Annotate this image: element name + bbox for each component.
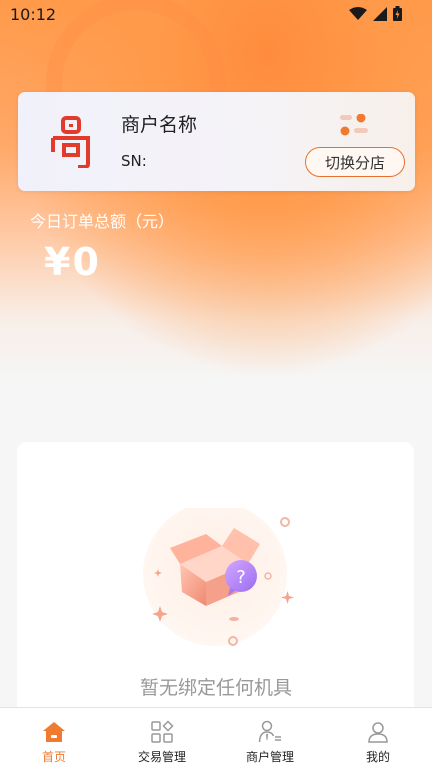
today-total-value: ¥0 [44,240,101,284]
wifi-icon [349,6,367,20]
store-switch-icon[interactable] [340,114,368,138]
tab-mine-label: 我的 [365,750,390,764]
signal-icon [373,6,387,21]
tab-trade-label: 交易管理 [137,750,186,764]
merchant-name: 商户名称 [121,114,198,136]
merchant-sn-label: SN: [121,152,147,170]
status-time: 10:12 [10,5,57,24]
empty-box-question-icon: ? [143,508,294,646]
tab-trade-management[interactable]: 交易管理 [108,708,216,769]
tab-home-label: 首页 [41,750,66,764]
merchant-user-icon [258,720,281,743]
status-icons [349,6,402,21]
bottom-tabbar: 首页 交易管理 商户管理 我的 [0,707,432,769]
merchant-logo-icon [51,116,90,168]
status-bar: 10:12 [0,0,432,30]
battery-icon [393,6,402,21]
empty-state-message: 暂无绑定任何机具 [139,677,292,699]
tab-merchant-label: 商户管理 [245,750,294,764]
switch-store-button[interactable]: 切换分店 [305,147,405,177]
grid-icon [151,720,174,743]
today-total-label: 今日订单总额（元） [30,212,175,231]
tab-home[interactable]: 首页 [0,708,108,769]
home-icon [43,722,65,742]
merchant-card: 商户名称 SN: 切换分店 [18,92,415,191]
tab-mine[interactable]: 我的 [324,708,432,769]
tab-merchant-management[interactable]: 商户管理 [216,708,324,769]
svg-text:?: ? [236,567,246,588]
person-icon [368,722,388,743]
